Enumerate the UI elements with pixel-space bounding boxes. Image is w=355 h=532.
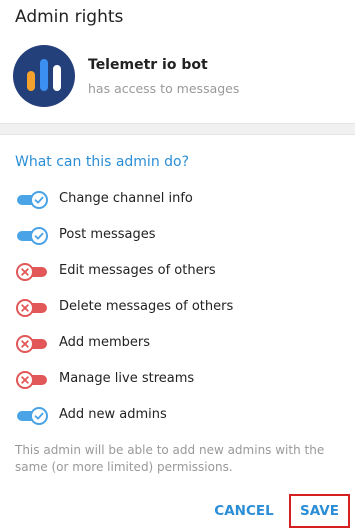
permission-label: Manage live streams (59, 371, 195, 386)
permission-add-new-admins[interactable]: Add new admins (15, 403, 345, 429)
close-icon (16, 371, 34, 389)
close-icon (16, 335, 34, 353)
close-icon (16, 299, 34, 317)
avatar-bar-white (53, 65, 61, 91)
permission-label: Edit messages of others (59, 263, 216, 278)
save-button[interactable]: SAVE (289, 494, 350, 528)
toggle-add-new-admins[interactable] (17, 406, 49, 426)
toggle-change-channel-info[interactable] (17, 190, 49, 210)
permission-post-messages[interactable]: Post messages (15, 223, 345, 249)
check-icon (30, 191, 48, 209)
permission-edit-messages-of-others[interactable]: Edit messages of others (15, 259, 345, 285)
permission-change-channel-info[interactable]: Change channel info (15, 187, 345, 213)
bot-status: has access to messages (88, 81, 240, 96)
toggle-edit-messages-of-others[interactable] (16, 262, 49, 282)
bot-info: Telemetr io bot has access to messages (13, 45, 343, 107)
permission-label: Add members (59, 335, 150, 350)
dialog-title: Admin rights (15, 7, 124, 27)
permissions-hint: This admin will be able to add new admin… (15, 443, 325, 474)
toggle-post-messages[interactable] (17, 226, 49, 246)
admin-rights-dialog: Admin rights Telemetr io bot has access … (0, 0, 355, 532)
close-icon (16, 263, 34, 281)
avatar-bar-blue (40, 59, 48, 91)
permission-label: Change channel info (59, 191, 193, 206)
bot-avatar (13, 45, 75, 107)
check-icon (30, 227, 48, 245)
permission-label: Post messages (59, 227, 156, 242)
toggle-add-members[interactable] (16, 334, 49, 354)
toggle-manage-live-streams[interactable] (16, 370, 49, 390)
permissions-section-title: What can this admin do? (15, 154, 190, 170)
cancel-button[interactable]: CANCEL (207, 494, 281, 528)
permission-label: Add new admins (59, 407, 167, 422)
section-divider (0, 123, 355, 135)
permission-delete-messages-of-others[interactable]: Delete messages of others (15, 295, 345, 321)
bot-name: Telemetr io bot (88, 57, 208, 73)
permission-add-members[interactable]: Add members (15, 331, 345, 357)
permission-label: Delete messages of others (59, 299, 234, 314)
check-icon (30, 407, 48, 425)
toggle-delete-messages-of-others[interactable] (16, 298, 49, 318)
avatar-bar-orange (27, 71, 35, 91)
permission-manage-live-streams[interactable]: Manage live streams (15, 367, 345, 393)
